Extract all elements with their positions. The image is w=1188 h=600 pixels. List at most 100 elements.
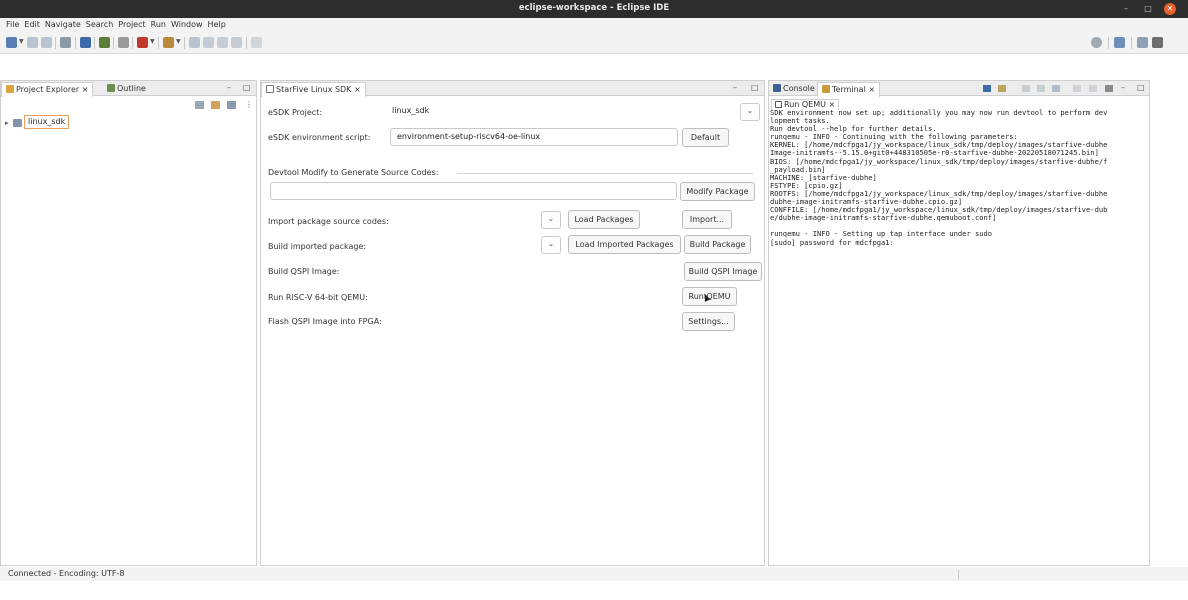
project-folder-icon	[13, 119, 22, 127]
minimize-view-icon[interactable]: –	[227, 83, 231, 92]
menu-navigate[interactable]: Navigate	[45, 18, 81, 32]
toolbar-separator	[184, 37, 185, 49]
next-annotation-icon[interactable]	[203, 37, 214, 48]
window-title: eclipse-workspace - Eclipse IDE	[518, 3, 670, 13]
forward-icon[interactable]	[231, 37, 242, 48]
minimize-view-icon[interactable]: –	[733, 83, 737, 92]
load-packages-button[interactable]: Load Packages	[568, 210, 640, 229]
filter-icon[interactable]	[227, 101, 236, 109]
menu-file[interactable]: File	[6, 18, 19, 32]
env-script-label: eSDK environment script:	[268, 133, 371, 142]
toolbar-separator	[1131, 37, 1132, 49]
load-imported-packages-button[interactable]: Load Imported Packages	[568, 235, 681, 254]
import-src-select[interactable]	[390, 211, 538, 229]
tab-console-label: Console	[783, 84, 815, 93]
toolbar-separator	[132, 37, 133, 49]
maximize-button[interactable]: □	[1142, 3, 1154, 15]
terminal-line: [sudo] password for mdcfpga1:	[770, 237, 894, 247]
toolbar: ▼ ▼ ▼	[0, 32, 1188, 54]
status-separator	[958, 570, 959, 579]
terminal-icon[interactable]	[80, 37, 91, 48]
toolbar-separator	[158, 37, 159, 49]
menu-project[interactable]: Project	[118, 18, 145, 32]
remove-terminal-icon[interactable]	[1037, 85, 1045, 92]
collapse-all-icon[interactable]	[195, 101, 204, 109]
terminal-line: e/dubhe-image-initramfs-starfive-dubhe.q…	[770, 213, 997, 223]
menu-window[interactable]: Window	[171, 18, 203, 32]
new-terminal-icon[interactable]	[1105, 85, 1113, 92]
build-qspi-button[interactable]: Build QSPI Image	[684, 262, 762, 281]
chevron-down-icon: ⌄	[547, 239, 555, 248]
search-dropdown-icon[interactable]: ▼	[176, 38, 181, 45]
menu-run[interactable]: Run	[151, 18, 166, 32]
close-button[interactable]: ✕	[1164, 3, 1176, 15]
tab-outline[interactable]: Outline	[103, 82, 150, 96]
build-package-button[interactable]: Build Package	[684, 235, 751, 254]
run-dropdown-icon[interactable]: ▼	[150, 38, 155, 45]
menu-bar: File Edit Navigate Search Project Run Window He…	[0, 18, 1188, 32]
devtool-label: Devtool Modify to Generate Source Codes:	[268, 168, 439, 177]
toolbar-separator	[1108, 37, 1109, 49]
esdk-project-dropdown[interactable]: ⌄	[740, 103, 760, 121]
annotation-icon[interactable]	[189, 37, 200, 48]
view-menu-icon[interactable]: ⋮	[245, 100, 253, 109]
debug-perspective-icon[interactable]	[1152, 37, 1163, 48]
menu-edit[interactable]: Edit	[24, 18, 40, 32]
tab-terminal[interactable]: Terminal ×	[817, 82, 881, 97]
build-imported-label: Build imported package:	[268, 242, 367, 251]
scroll-lock-icon[interactable]	[998, 85, 1006, 92]
maximize-view-icon[interactable]: □	[1137, 83, 1145, 92]
terminal-output[interactable]: SDK environment now set up; additionally…	[770, 109, 1148, 309]
menu-help[interactable]: Help	[208, 18, 226, 32]
toolbar-separator	[113, 37, 114, 49]
maximize-view-icon[interactable]: □	[243, 83, 251, 92]
run-qemu-label: Run RISC-V 64-bit QEMU:	[268, 293, 368, 302]
print-icon[interactable]	[60, 37, 71, 48]
import-button[interactable]: Import...	[682, 210, 732, 229]
tab-terminal-label: Terminal ×	[832, 85, 876, 94]
open-terminal-icon[interactable]	[983, 85, 991, 92]
default-button[interactable]: Default	[682, 128, 729, 147]
import-src-dropdown[interactable]: ⌄	[541, 211, 561, 229]
pin-console-icon[interactable]	[1073, 85, 1081, 92]
disconnect-icon[interactable]	[1022, 85, 1030, 92]
tree-item-linux-sdk[interactable]: linux_sdk	[24, 115, 70, 129]
save-all-icon[interactable]	[41, 37, 52, 48]
sdk-editor-pane: StarFive Linux SDK × – □ eSDK Project: l…	[260, 80, 765, 566]
build-qspi-label: Build QSPI Image:	[268, 267, 340, 276]
chevron-down-icon: ⌄	[547, 214, 555, 223]
tab-console[interactable]: Console	[769, 82, 819, 96]
status-text: Connected - Encoding: UTF-8	[8, 569, 125, 578]
tab-starfive-sdk[interactable]: StarFive Linux SDK ×	[261, 82, 366, 97]
resource-perspective-icon[interactable]	[1137, 37, 1148, 48]
minimize-view-icon[interactable]: –	[1121, 83, 1125, 92]
copy-icon[interactable]	[1089, 85, 1097, 92]
env-script-input[interactable]: environment-setup-riscv64-oe-linux	[390, 128, 678, 146]
run-icon[interactable]	[137, 37, 148, 48]
esdk-project-select[interactable]: linux_sdk	[386, 103, 760, 121]
settings-button[interactable]: Settings...	[682, 312, 735, 331]
search-icon[interactable]	[1091, 37, 1102, 48]
import-src-label: Import package source codes:	[268, 217, 389, 226]
build-imported-select[interactable]	[390, 236, 538, 254]
debug-icon[interactable]	[99, 37, 110, 48]
devtool-input[interactable]	[270, 182, 677, 200]
save-icon[interactable]	[27, 37, 38, 48]
pin-icon[interactable]	[251, 37, 262, 48]
maximize-view-icon[interactable]: □	[751, 83, 759, 92]
new-icon[interactable]	[6, 37, 17, 48]
open-perspective-icon[interactable]	[1114, 37, 1125, 48]
back-icon[interactable]	[217, 37, 228, 48]
expand-arrow-icon[interactable]: ▸	[5, 119, 9, 127]
minimize-button[interactable]: –	[1120, 3, 1132, 15]
modify-package-button[interactable]: Modify Package	[680, 182, 755, 201]
tab-project-explorer[interactable]: Project Explorer ×	[1, 82, 94, 97]
toolbar-separator	[55, 37, 56, 49]
new-dropdown-icon[interactable]: ▼	[19, 38, 24, 45]
search-tool-icon[interactable]	[163, 37, 174, 48]
skip-breakpoints-icon[interactable]	[118, 37, 129, 48]
clear-console-icon[interactable]	[1052, 85, 1060, 92]
link-editor-icon[interactable]	[211, 101, 220, 109]
menu-search[interactable]: Search	[86, 18, 113, 32]
build-imported-dropdown[interactable]: ⌄	[541, 236, 561, 254]
